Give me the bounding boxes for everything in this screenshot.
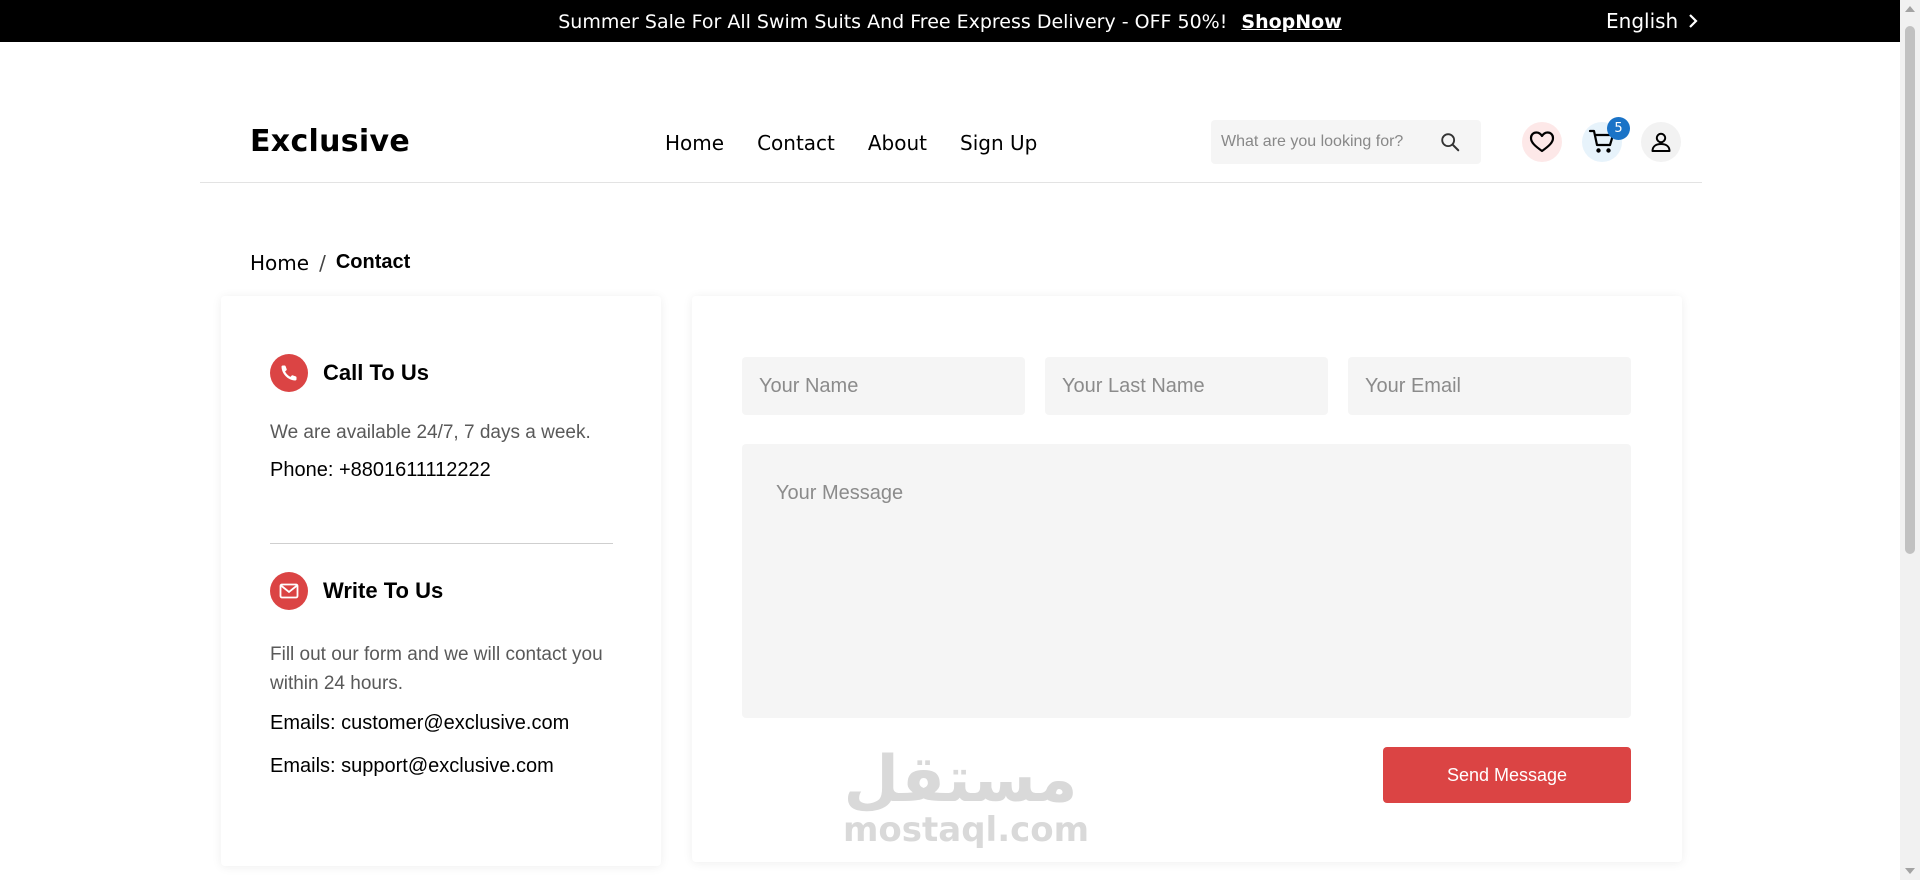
write-title: Write To Us [323, 578, 444, 603]
search-box [1211, 120, 1481, 164]
cart-count-badge: 5 [1607, 117, 1630, 140]
scrollbar[interactable] [1900, 0, 1920, 880]
call-section: Call To Us We are available 24/7, 7 days… [270, 354, 610, 482]
message-field[interactable] [742, 444, 1631, 718]
header-divider [200, 182, 1702, 183]
nav-contact[interactable]: Contact [757, 131, 835, 155]
write-header: Write To Us [270, 572, 610, 610]
search-icon[interactable] [1439, 131, 1461, 153]
mail-icon [270, 572, 308, 610]
email-field[interactable] [1348, 357, 1631, 415]
breadcrumb-home[interactable]: Home [250, 251, 309, 275]
scroll-down-arrow[interactable] [1905, 868, 1915, 874]
breadcrumb: Home / Contact [250, 251, 410, 275]
call-title: Call To Us [323, 360, 429, 385]
name-field[interactable] [742, 357, 1025, 415]
call-header: Call To Us [270, 354, 610, 392]
announcement-text: Summer Sale For All Swim Suits And Free … [558, 11, 1228, 33]
scrollbar-thumb[interactable] [1905, 26, 1915, 554]
announcement-bar: Summer Sale For All Swim Suits And Free … [0, 0, 1900, 42]
call-phone: Phone: +8801611112222 [270, 459, 491, 481]
site-logo[interactable]: Exclusive [250, 124, 410, 159]
user-icon [1651, 132, 1671, 152]
scroll-up-arrow[interactable] [1905, 6, 1915, 12]
heart-icon [1529, 131, 1555, 153]
nav-sign-up[interactable]: Sign Up [960, 131, 1037, 155]
account-button[interactable] [1641, 122, 1681, 162]
contact-form-card: Send Message [692, 296, 1682, 862]
breadcrumb-current: Contact [335, 251, 411, 273]
chevron-right-icon [1689, 14, 1698, 28]
nav-about[interactable]: About [868, 131, 927, 155]
write-description: Fill out our form and we will contact yo… [270, 644, 603, 694]
info-divider [270, 543, 613, 544]
language-label: English [1606, 9, 1679, 33]
send-message-button[interactable]: Send Message [1383, 747, 1631, 803]
nav-home[interactable]: Home [665, 131, 724, 155]
breadcrumb-separator: / [319, 251, 326, 275]
write-email-customer: Emails: customer@exclusive.com [270, 712, 570, 734]
shop-now-link[interactable]: ShopNow [1241, 11, 1341, 33]
main-nav: Home Contact About Sign Up [665, 131, 1037, 155]
wishlist-button[interactable] [1522, 122, 1562, 162]
last-name-field[interactable] [1045, 357, 1328, 415]
call-description: We are available 24/7, 7 days a week. [270, 422, 591, 443]
language-selector[interactable]: English [1606, 9, 1698, 33]
write-section: Write To Us Fill out our form and we wil… [270, 572, 610, 778]
contact-info-card: Call To Us We are available 24/7, 7 days… [221, 296, 661, 866]
phone-icon [270, 354, 308, 392]
write-email-support: Emails: support@exclusive.com [270, 755, 554, 777]
search-input[interactable] [1211, 120, 1431, 164]
